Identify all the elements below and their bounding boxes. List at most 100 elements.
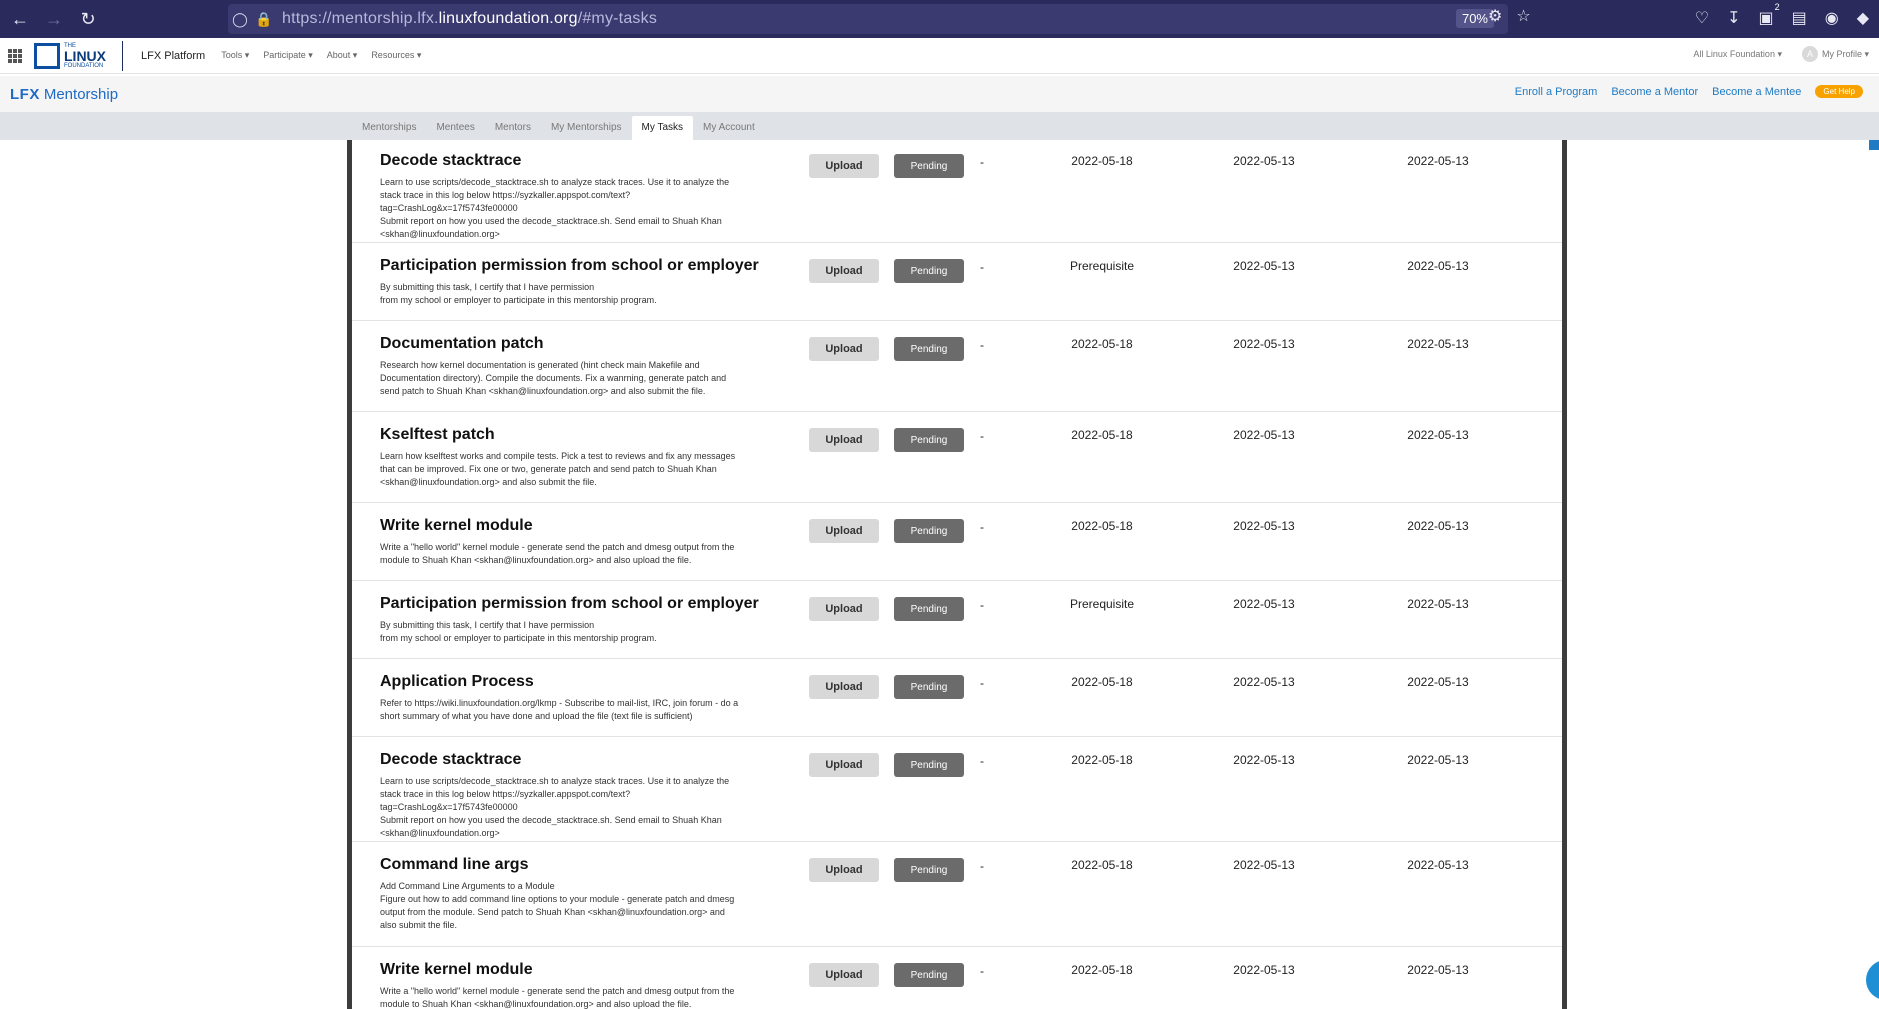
status-badge: Pending (894, 597, 964, 621)
due-date: 2022-05-18 (1071, 753, 1133, 767)
task-title: Application Process (380, 673, 534, 690)
task-row: Write kernel module Write a "hello world"… (352, 503, 1562, 581)
due-date: Prerequisite (1069, 597, 1135, 611)
bookmark-star-icon[interactable]: ☆ (1516, 6, 1530, 26)
forward-arrow-icon[interactable]: → (40, 5, 68, 33)
due-date: 2022-05-18 (1071, 675, 1133, 689)
linux-foundation-logo[interactable]: THE LINUX FOUNDATION (34, 41, 106, 71)
status-badge: Pending (894, 858, 964, 882)
task-row: Command line args Add Command Line Argume… (352, 842, 1562, 947)
task-note: - (980, 676, 984, 690)
updated-date: 2022-05-13 (1407, 519, 1469, 533)
task-row: Kselftest patch Learn how kselftest works… (352, 412, 1562, 503)
due-date: 2022-05-18 (1071, 519, 1133, 533)
updated-date: 2022-05-13 (1407, 428, 1469, 442)
tab-mentors[interactable]: Mentors (485, 116, 541, 140)
browser-toolbar: ← → ↻ ◯ 🔒 https://mentorship.lfx.linuxfo… (0, 0, 1879, 38)
task-note: - (980, 429, 984, 443)
shield-icon[interactable]: ◯ (228, 11, 252, 28)
task-title: Command line args (380, 856, 529, 873)
tab-my-account[interactable]: My Account (693, 116, 765, 140)
mentorship-header: LFX Mentorship Enroll a Program Become a… (0, 76, 1879, 150)
status-badge: Pending (894, 337, 964, 361)
created-date: 2022-05-13 (1233, 963, 1295, 977)
status-badge: Pending (894, 519, 964, 543)
tab-mentees[interactable]: Mentees (426, 116, 484, 140)
menu-tools[interactable]: Tools ▾ (221, 50, 249, 61)
task-note: - (980, 338, 984, 352)
lf-global-nav: THE LINUX FOUNDATION LFX Platform Tools … (0, 38, 1879, 74)
chat-bubble-button[interactable] (1866, 960, 1879, 1000)
created-date: 2022-05-13 (1233, 428, 1295, 442)
enroll-program-link[interactable]: Enroll a Program (1515, 86, 1598, 98)
record-icon[interactable]: ◉ (1825, 8, 1839, 28)
status-badge: Pending (894, 753, 964, 777)
apps-grid-icon[interactable] (8, 48, 22, 63)
lfx-platform-link[interactable]: LFX Platform (141, 50, 205, 62)
back-arrow-icon[interactable]: ← (6, 5, 34, 33)
task-description: Research how kernel documentation is gen… (380, 360, 727, 396)
become-mentor-link[interactable]: Become a Mentor (1611, 86, 1698, 98)
bug-icon[interactable]: ⚙ (1488, 6, 1502, 26)
get-help-button[interactable]: Get Help (1815, 85, 1863, 98)
download-icon[interactable]: ↧ (1727, 8, 1740, 28)
upload-button[interactable]: Upload (809, 519, 879, 543)
browser-extensions: ♡ ↧ ▣ 2 ▤ ◉ ◆ (1695, 2, 1869, 28)
created-date: 2022-05-13 (1233, 675, 1295, 689)
created-date: 2022-05-13 (1233, 259, 1295, 273)
task-row: Documentation patch Research how kernel d… (352, 321, 1562, 412)
task-description: Add Command Line Arguments to a Module F… (380, 881, 735, 930)
task-row: Participation permission from school or … (352, 581, 1562, 659)
status-badge: Pending (894, 154, 964, 178)
upload-button[interactable]: Upload (809, 259, 879, 283)
status-badge: Pending (894, 675, 964, 699)
upload-button[interactable]: Upload (809, 963, 879, 987)
task-row: Participation permission from school or … (352, 243, 1562, 321)
pocket-icon[interactable]: ♡ (1695, 8, 1709, 28)
lfx-mentorship-logo[interactable]: LFX Mentorship (10, 86, 118, 103)
gem-icon[interactable]: ◆ (1857, 8, 1869, 28)
task-description: Learn to use scripts/decode_stacktrace.s… (380, 177, 730, 239)
task-note: - (980, 260, 984, 274)
task-title: Participation permission from school or … (380, 257, 759, 274)
address-bar[interactable]: ◯ 🔒 https://mentorship.lfx.linuxfoundati… (228, 4, 1508, 34)
created-date: 2022-05-13 (1233, 858, 1295, 872)
task-row: Application Process Refer to https://wiki… (352, 659, 1562, 737)
tab-my-mentorships[interactable]: My Mentorships (541, 116, 632, 140)
status-badge: Pending (894, 259, 964, 283)
task-note: - (980, 598, 984, 612)
my-profile-menu[interactable]: A My Profile ▾ (1801, 46, 1869, 62)
task-title: Write kernel module (380, 961, 533, 978)
task-note: - (980, 520, 984, 534)
task-title: Decode stacktrace (380, 751, 522, 768)
extension-shield-icon[interactable]: ▣ 2 (1758, 2, 1779, 28)
upload-button[interactable]: Upload (809, 858, 879, 882)
task-list: Decode stacktrace Learn to use scripts/de… (347, 140, 1567, 1009)
upload-button[interactable]: Upload (809, 753, 879, 777)
task-title: Participation permission from school or … (380, 595, 759, 612)
tab-mentorships[interactable]: Mentorships (352, 116, 426, 140)
org-select[interactable]: All Linux Foundation ▾ (1693, 49, 1782, 60)
task-title: Documentation patch (380, 335, 544, 352)
upload-button[interactable]: Upload (809, 428, 879, 452)
lock-icon[interactable]: 🔒 (252, 11, 276, 28)
menu-about[interactable]: About ▾ (327, 50, 358, 61)
upload-button[interactable]: Upload (809, 597, 879, 621)
task-note: - (980, 754, 984, 768)
become-mentee-link[interactable]: Become a Mentee (1712, 86, 1801, 98)
task-title: Decode stacktrace (380, 152, 522, 169)
tab-my-tasks[interactable]: My Tasks (631, 116, 694, 140)
url-text[interactable]: https://mentorship.lfx.linuxfoundation.o… (282, 10, 657, 28)
task-note: - (980, 964, 984, 978)
upload-button[interactable]: Upload (809, 337, 879, 361)
menu-participate[interactable]: Participate ▾ (263, 50, 313, 61)
task-note: - (980, 859, 984, 873)
task-row: Decode stacktrace Learn to use scripts/de… (352, 140, 1562, 243)
reload-icon[interactable]: ↻ (74, 5, 102, 33)
menu-resources[interactable]: Resources ▾ (371, 50, 421, 61)
upload-button[interactable]: Upload (809, 675, 879, 699)
created-date: 2022-05-13 (1233, 753, 1295, 767)
task-description: Learn to use scripts/decode_stacktrace.s… (380, 776, 730, 838)
reader-icon[interactable]: ▤ (1792, 8, 1807, 28)
upload-button[interactable]: Upload (809, 154, 879, 178)
